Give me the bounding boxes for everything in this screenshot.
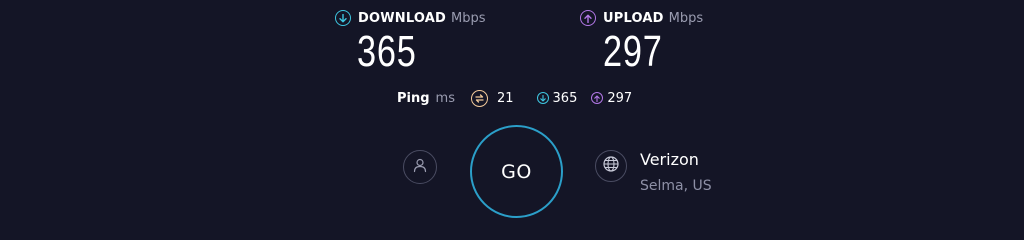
arrow-down-circle-icon — [536, 92, 549, 104]
ping-value: 21 — [496, 90, 514, 106]
ping-upload-value: 297 — [607, 90, 633, 106]
isp-name[interactable]: Verizon — [640, 150, 699, 169]
profile-button[interactable] — [403, 150, 437, 184]
ping-unit: ms — [435, 90, 455, 106]
ping-download-value: 365 — [552, 90, 578, 106]
server-location: Selma, US — [640, 178, 712, 194]
go-button[interactable]: GO — [470, 125, 563, 218]
download-unit: Mbps — [451, 10, 486, 26]
upload-header: UPLOAD Mbps — [580, 8, 703, 28]
go-button-label: GO — [501, 160, 532, 183]
user-icon — [412, 157, 428, 177]
upload-value: 297 — [603, 27, 663, 76]
arrow-up-circle-icon — [591, 92, 604, 104]
download-metric: DOWNLOAD Mbps — [335, 8, 486, 28]
upload-metric: UPLOAD Mbps — [580, 8, 703, 28]
download-value: 365 — [357, 27, 417, 76]
arrow-up-circle-icon — [580, 10, 596, 26]
server-button[interactable] — [595, 150, 627, 182]
arrow-down-circle-icon — [335, 10, 351, 26]
ping-row: Ping ms 21 365 297 — [397, 88, 646, 108]
upload-label: UPLOAD — [603, 10, 664, 26]
globe-icon — [602, 155, 620, 177]
jitter-icon — [470, 89, 488, 107]
upload-unit: Mbps — [668, 10, 704, 26]
download-label: DOWNLOAD — [358, 10, 447, 26]
ping-label: Ping — [397, 90, 430, 106]
download-header: DOWNLOAD Mbps — [335, 8, 486, 28]
